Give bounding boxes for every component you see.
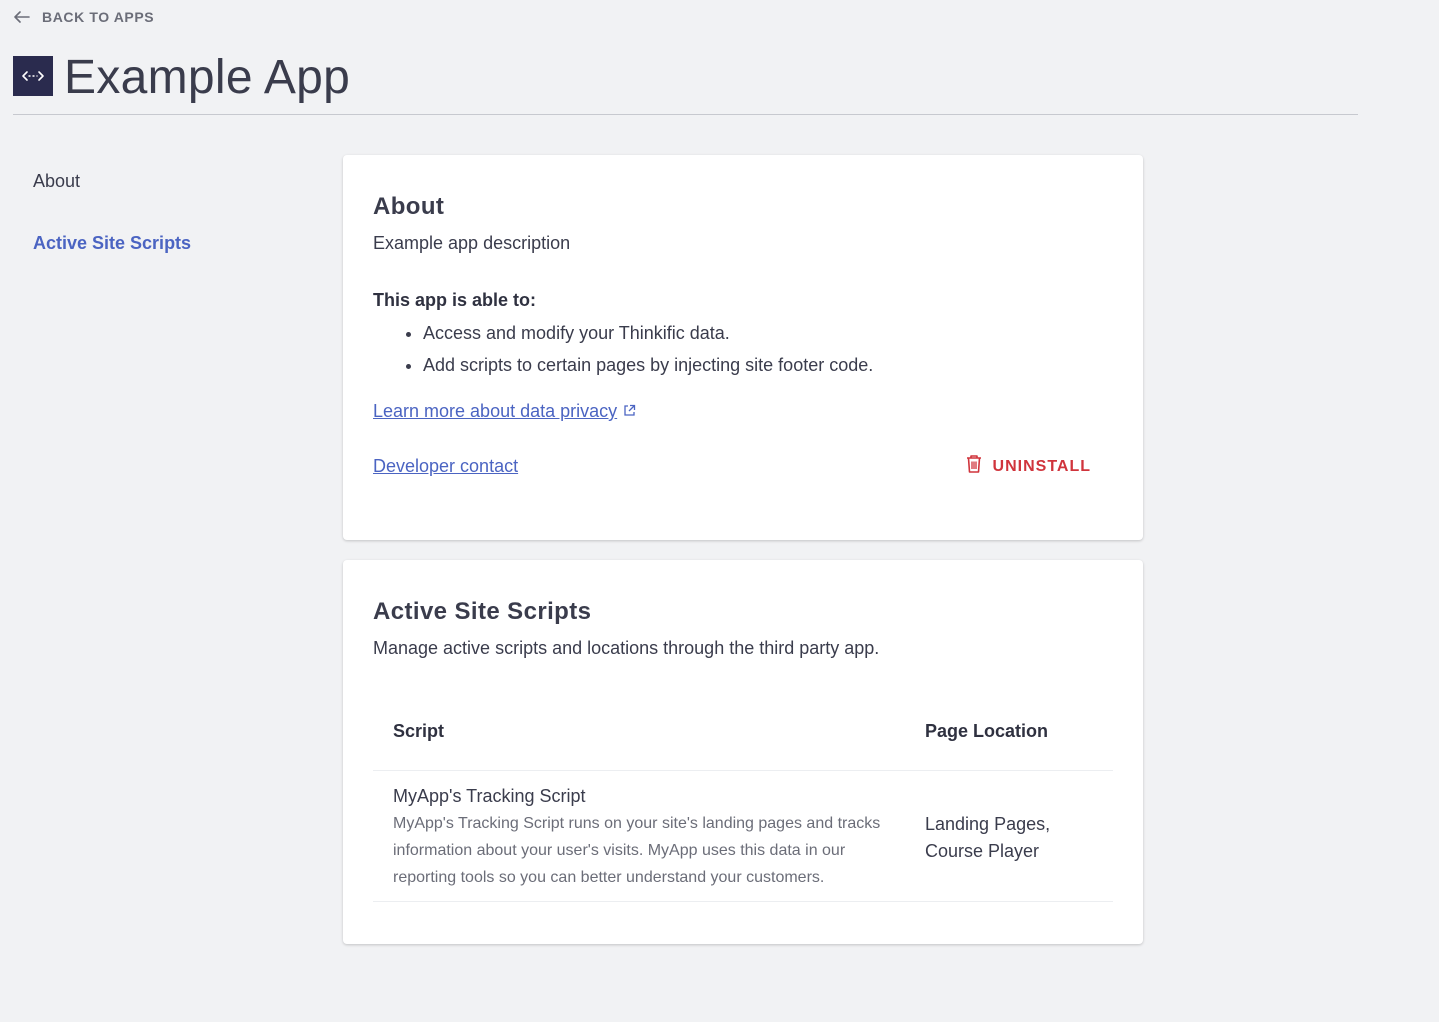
table-header-row: Script Page Location — [373, 701, 1113, 771]
about-card: About Example app description This app i… — [343, 155, 1143, 540]
capabilities-heading: This app is able to: — [373, 290, 537, 310]
back-to-apps-link[interactable]: BACK TO APPS — [14, 9, 154, 25]
column-header-page-location: Page Location — [905, 701, 1113, 771]
list-item: Add scripts to certain pages by injectin… — [423, 349, 1113, 381]
capabilities-list: Access and modify your Thinkific data. A… — [373, 317, 1113, 381]
arrow-left-icon — [14, 11, 30, 23]
script-cell: MyApp's Tracking Script MyApp's Tracking… — [373, 770, 905, 902]
trash-icon — [965, 454, 983, 479]
developer-contact-link[interactable]: Developer contact — [373, 456, 518, 477]
back-to-apps-label: BACK TO APPS — [42, 9, 155, 25]
page-title: Example App — [64, 51, 351, 104]
header-divider — [13, 114, 1358, 115]
section-nav: About Active Site Scripts — [33, 170, 191, 294]
external-link-icon — [623, 401, 636, 422]
app-header: Example App — [13, 50, 350, 106]
about-description: Example app description — [373, 233, 571, 253]
uninstall-label: UNINSTALL — [992, 457, 1091, 475]
script-location: Landing Pages, Course Player — [925, 785, 1093, 865]
data-privacy-link-label: Learn more about data privacy — [373, 401, 618, 421]
active-site-scripts-card: Active Site Scripts Manage active script… — [343, 560, 1143, 944]
scripts-description: Manage active scripts and locations thro… — [373, 638, 880, 658]
script-description: MyApp's Tracking Script runs on your sit… — [393, 815, 881, 886]
scripts-table: Script Page Location MyApp's Tracking Sc… — [373, 701, 1113, 902]
table-row: MyApp's Tracking Script MyApp's Tracking… — [373, 770, 1113, 902]
column-header-script: Script — [373, 701, 905, 771]
script-name: MyApp's Tracking Script — [393, 786, 586, 806]
page-location-cell: Landing Pages, Course Player — [905, 770, 1113, 902]
code-arrows-icon — [13, 56, 53, 96]
about-actions: Developer contact UNINSTALL — [373, 454, 1113, 479]
data-privacy-link[interactable]: Learn more about data privacy — [373, 401, 636, 422]
list-item: Access and modify your Thinkific data. — [423, 317, 1113, 349]
location-line: Landing Pages, — [925, 814, 1051, 834]
about-title: About — [373, 193, 445, 220]
sidebar-item-active-site-scripts[interactable]: Active Site Scripts — [33, 232, 191, 254]
location-line: Course Player — [925, 841, 1040, 861]
sidebar-item-about[interactable]: About — [33, 170, 191, 192]
uninstall-button[interactable]: UNINSTALL — [965, 454, 1091, 479]
scripts-title: Active Site Scripts — [373, 598, 592, 625]
